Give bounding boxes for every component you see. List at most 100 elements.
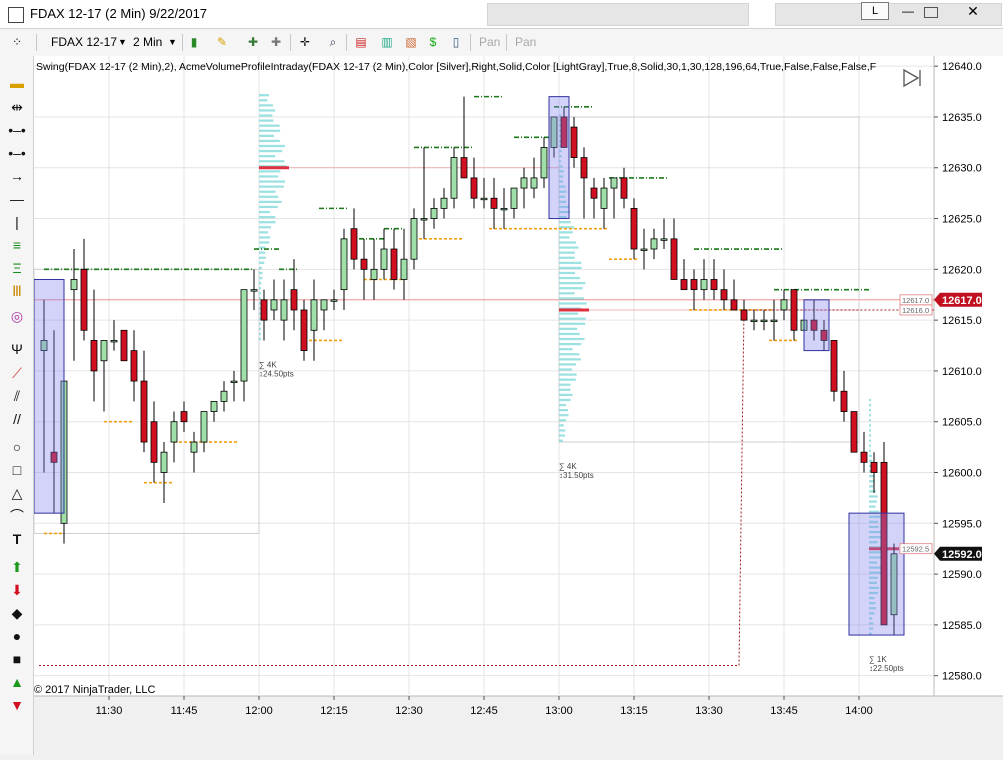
volume-profile-bar (259, 266, 262, 270)
volume-profile-bar (259, 231, 269, 234)
triangle-down-icon[interactable]: ▼ (6, 696, 28, 714)
arrow-up-icon[interactable]: ⬆ (6, 558, 28, 576)
money-icon[interactable]: $ (426, 35, 440, 49)
ray-icon[interactable]: •–• (6, 144, 28, 162)
price-flag-label: 12592.5 (902, 545, 929, 554)
gann-fan-icon[interactable]: ⟋ (6, 364, 28, 382)
volume-profile-bar (559, 419, 567, 422)
swing-zone-box[interactable] (803, 299, 830, 352)
data-box-icon[interactable]: ▯ (449, 35, 463, 49)
pan-button-2[interactable]: Pan (515, 34, 536, 50)
candle-up (110, 340, 118, 343)
text-icon[interactable]: T (6, 530, 28, 548)
volume-profile-bar (559, 327, 578, 330)
arc-icon[interactable]: ⌒ (6, 507, 28, 525)
indicators-icon[interactable]: ▥ (380, 35, 394, 49)
trend-channel-icon[interactable]: // (6, 410, 28, 428)
instrument-dropdown-icon[interactable]: ▼ (118, 34, 127, 50)
minimize-icon[interactable]: — (898, 3, 918, 19)
pin-icon[interactable]: ✚ (269, 35, 283, 49)
andrews-pitchfork-icon[interactable]: Ψ (6, 340, 28, 358)
swing-zone-box[interactable] (848, 512, 905, 636)
line-icon[interactable]: •–• (6, 121, 28, 139)
volume-profile-bar (559, 424, 564, 427)
extended-line-icon[interactable]: → (6, 167, 28, 185)
close-icon[interactable]: ✕ (963, 3, 983, 19)
candle-down (830, 340, 838, 392)
rectangle-icon[interactable]: □ (6, 461, 28, 479)
swing-zone-box[interactable] (548, 96, 570, 220)
x-tick-label: 12:00 (245, 705, 273, 717)
price-chart[interactable]: ∑ 4K↕24.50pts∑ 4K↕31.50pts∑ 1K↕22.50pts … (33, 56, 1003, 755)
horizontal-line-icon[interactable]: — (6, 190, 28, 208)
candle-up (600, 187, 608, 209)
interval-selector[interactable]: 2 Min (133, 34, 162, 50)
session-range-stat: ↕22.50pts (869, 664, 904, 673)
interval-dropdown-icon[interactable]: ▼ (168, 34, 177, 50)
fib-extension-icon[interactable]: Ξ (6, 259, 28, 277)
maximize-icon[interactable] (924, 7, 938, 18)
arrow-down-icon[interactable]: ⬇ (6, 581, 28, 599)
strategies-icon[interactable]: ▤ (354, 35, 368, 49)
crosshair-dots-icon[interactable]: ⁘ (10, 35, 24, 49)
candle-up (340, 238, 348, 291)
volume-profile-bar (869, 424, 871, 427)
candle-up (280, 299, 288, 321)
diamond-icon[interactable]: ◆ (6, 604, 28, 622)
fibonacci-icon[interactable]: ≡ (6, 236, 28, 254)
y-tick-label: 12590.0 (942, 569, 982, 581)
background-window-tab[interactable] (487, 3, 749, 26)
candle-up (640, 248, 648, 251)
chart-properties-icon[interactable]: ▧ (404, 35, 418, 49)
bar-style-icon[interactable]: ▮ (187, 35, 201, 49)
triangle-icon[interactable]: △ (6, 484, 28, 502)
candle-down (720, 289, 728, 301)
fib-circle-icon[interactable]: ◎ (6, 307, 28, 325)
volume-profile-bar (869, 403, 871, 407)
pan-button[interactable]: Pan (479, 34, 500, 50)
volume-profile-bar (559, 221, 571, 224)
fib-time-icon[interactable]: Ⅲ (6, 282, 28, 300)
y-tick-label: 12635.0 (942, 112, 982, 124)
y-tick-label: 12625.0 (942, 214, 982, 226)
square-icon[interactable]: ■ (6, 650, 28, 668)
chart-area[interactable]: ∑ 4K ↕24.50pts ∑ 4K ↕31.50pts ∑ 1K ↕22.50pts … (33, 56, 1003, 755)
ellipse-icon[interactable]: ○ (6, 438, 28, 456)
candle-up (750, 319, 758, 323)
volume-profile-bar (259, 210, 270, 214)
volume-profile-bar (869, 398, 871, 402)
candle-down (860, 451, 868, 463)
candle-up (210, 400, 218, 412)
session-range-stat: ↕31.50pts (559, 471, 594, 480)
volume-profile-bar (259, 129, 281, 132)
candle-up (200, 411, 208, 443)
swing-zone-box[interactable] (33, 278, 65, 514)
volume-profile-bar (869, 449, 871, 452)
language-button[interactable]: L (861, 2, 889, 20)
volume-profile-bar (259, 190, 276, 193)
candle-down (670, 238, 678, 280)
volume-profile-bar (559, 266, 582, 270)
candle-up (420, 218, 428, 221)
volume-profile-bar (559, 271, 576, 275)
volume-profile-bar (559, 348, 573, 351)
magnet-icon[interactable]: ✚ (246, 35, 260, 49)
last-price-label: 12592.0 (942, 549, 982, 561)
candle-down (140, 380, 148, 443)
risk-reward-icon[interactable]: ⇹ (6, 98, 28, 116)
candle-down (80, 268, 88, 331)
pencil-icon[interactable]: ✎ (215, 35, 229, 49)
cursor-cross-icon[interactable]: ✛ (298, 35, 312, 49)
regression-channel-icon[interactable]: ⫽ (6, 387, 28, 405)
dot-icon[interactable]: ● (6, 627, 28, 645)
volume-profile-bar (259, 195, 279, 198)
ruler-icon[interactable]: ▬ (6, 74, 28, 92)
drawing-tools-sidebar: ▬ ⇹ •–• •–• → — | ≡ Ξ Ⅲ ◎ Ψ ⟋ ⫽ // ○ □ △… (0, 56, 34, 755)
volume-profile-bar (259, 104, 273, 107)
triangle-up-icon[interactable]: ▲ (6, 673, 28, 691)
instrument-selector[interactable]: FDAX 12-17 (51, 34, 117, 50)
vertical-line-icon[interactable]: | (6, 213, 28, 231)
candle-up (320, 299, 328, 311)
zoom-icon[interactable]: ⌕ (326, 35, 340, 49)
candle-up (770, 319, 778, 323)
